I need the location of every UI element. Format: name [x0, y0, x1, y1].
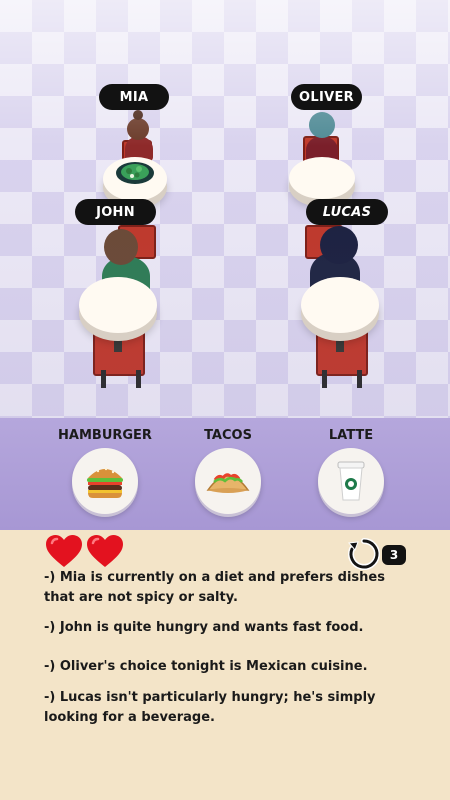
clue-john: -) John is quite hungry and wants fast f… — [44, 620, 364, 635]
person-head — [104, 229, 138, 265]
table-top — [289, 157, 355, 199]
undo-button[interactable]: 3 — [346, 536, 412, 572]
latte-button[interactable] — [318, 448, 384, 514]
clue-lucas: -) Lucas isn't particularly hungry; he's… — [44, 690, 376, 725]
hamburger-icon — [87, 467, 123, 498]
salad-plate-icon — [116, 162, 154, 184]
person-head — [320, 226, 358, 264]
tacos-button[interactable] — [195, 448, 261, 514]
chair-leg — [101, 370, 106, 388]
undo-icon — [348, 538, 380, 570]
undo-count-badge: 3 — [382, 545, 406, 565]
name-tag-oliver: OLIVER — [291, 84, 362, 110]
heart-icon — [87, 535, 123, 567]
name-tag-john: JOHN — [75, 199, 156, 225]
person-head — [127, 118, 149, 140]
chair-leg — [357, 370, 362, 388]
chair-leg — [322, 370, 327, 388]
taco-icon — [206, 473, 250, 493]
clue-oliver: -) Oliver's choice tonight is Mexican cu… — [44, 659, 368, 674]
hair-bun — [133, 110, 143, 120]
table-top — [301, 277, 379, 333]
restaurant-floor: MIA OLIVER JOHN LUCAS — [0, 0, 450, 418]
person-head — [309, 112, 335, 138]
name-tag-mia: MIA — [99, 84, 169, 110]
food-label-hamburger: HAMBURGER — [58, 428, 152, 443]
chair-leg — [136, 370, 141, 388]
food-selection-shelf: HAMBURGER TACOS LATTE — [0, 418, 450, 530]
table-top — [79, 277, 157, 333]
food-label-tacos: TACOS — [204, 428, 252, 443]
heart-icon — [46, 535, 82, 567]
hint-panel: 3 -) Mia is currently on a diet and pref… — [0, 530, 450, 800]
name-tag-lucas: LUCAS — [306, 199, 388, 225]
food-label-latte: LATTE — [328, 428, 374, 443]
hamburger-button[interactable] — [72, 448, 138, 514]
latte-cup-icon — [337, 461, 365, 501]
clue-mia: -) Mia is currently on a diet and prefer… — [44, 570, 385, 605]
